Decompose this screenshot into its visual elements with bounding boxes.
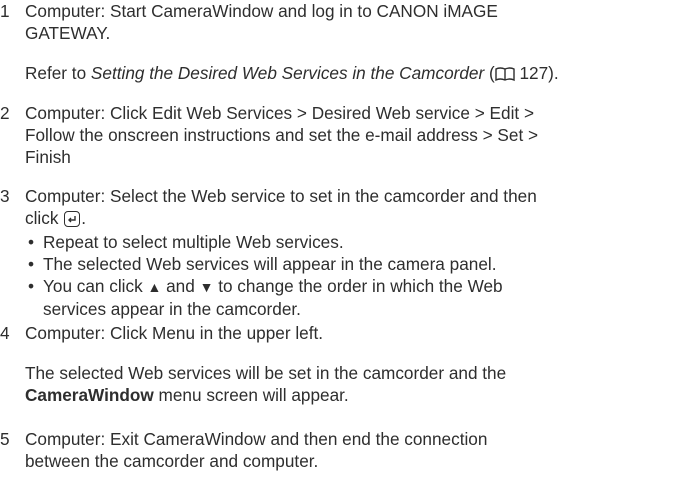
step-number: 2 xyxy=(0,103,10,123)
step-number: 5 xyxy=(0,429,10,449)
bullet-text-part: services appear in the camcorder. xyxy=(43,299,301,319)
step-number: 3 xyxy=(0,186,10,206)
step-line: Computer: Click Edit Web Services > Desi… xyxy=(25,103,534,123)
step-line: click . xyxy=(25,207,675,229)
description-line: The selected Web services will be set in… xyxy=(25,363,507,383)
step-number: 4 xyxy=(0,323,10,343)
step-text: Computer: Exit CameraWindow and then end… xyxy=(25,428,675,472)
step-line: Computer: Start CameraWindow and log in … xyxy=(25,1,498,21)
bullet-text-part: You can click xyxy=(43,276,148,296)
step-line: Computer: Exit CameraWindow and then end… xyxy=(25,429,488,449)
description-rest: menu screen will appear. xyxy=(153,385,349,405)
book-reference-icon xyxy=(494,65,515,87)
step-line: Follow the onscreen instructions and set… xyxy=(25,125,539,145)
step-line: Finish xyxy=(25,147,71,167)
step-text: Computer: Select the Web service to set … xyxy=(25,185,675,229)
click-suffix: . xyxy=(81,208,86,228)
step-line: Computer: Click Menu in the upper left. xyxy=(25,323,324,343)
note-ref-page: 127). xyxy=(514,63,559,83)
note-ref-open: ( xyxy=(484,63,495,83)
step-text: Computer: Click Edit Web Services > Desi… xyxy=(25,102,675,168)
down-triangle-icon: ▼ xyxy=(199,279,214,295)
step-line: GATEWAY. xyxy=(25,23,111,43)
bullet-text: You can click ▲ and ▼ to change the orde… xyxy=(43,275,673,320)
note-link-title: Setting the Desired Web Services in the … xyxy=(90,63,485,83)
step-1-note: Refer to Setting the Desired Web Service… xyxy=(25,62,675,87)
camerawindow-bold: CameraWindow xyxy=(25,385,154,405)
bullet-dot: • xyxy=(28,276,35,296)
bullet-dot: • xyxy=(28,232,35,252)
click-prefix: click xyxy=(25,208,64,228)
step-text: Computer: Click Menu in the upper left. xyxy=(25,322,675,344)
step-4-description: The selected Web services will be set in… xyxy=(25,362,675,406)
step-text: Computer: Start CameraWindow and log in … xyxy=(25,0,675,44)
step-line: Computer: Select the Web service to set … xyxy=(25,186,537,206)
bullet-text: The selected Web services will appear in… xyxy=(43,254,497,274)
bullet-text-part: to change the order in which the Web xyxy=(213,276,503,296)
bullet-text: Repeat to select multiple Web services. xyxy=(43,232,344,252)
bullet-dot: • xyxy=(28,254,35,274)
up-triangle-icon: ▲ xyxy=(147,279,162,295)
step-line: between the camcorder and computer. xyxy=(25,451,319,471)
bullet-text-part: and xyxy=(161,276,200,296)
enter-key-icon xyxy=(64,211,81,227)
step-number: 1 xyxy=(0,1,10,21)
note-prefix: Refer to xyxy=(25,63,91,83)
description-line: CameraWindow menu screen will appear. xyxy=(25,384,675,406)
